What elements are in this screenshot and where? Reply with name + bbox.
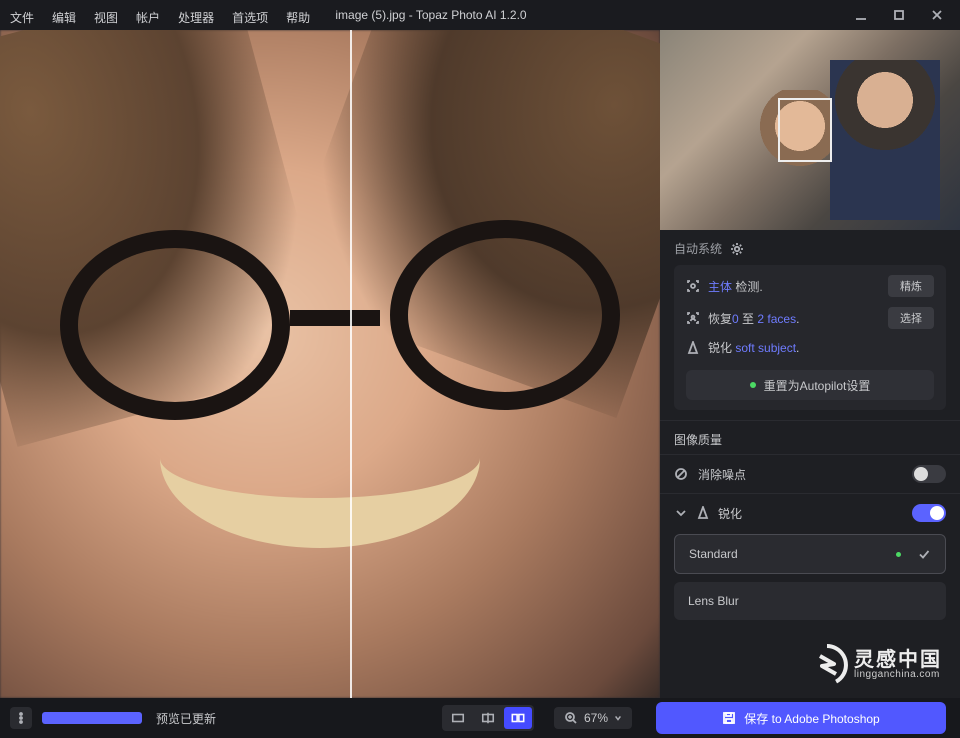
check-icon	[917, 547, 931, 561]
sharpen-toggle[interactable]	[912, 504, 946, 522]
side-by-side-icon	[511, 711, 525, 725]
close-icon	[930, 8, 944, 22]
menu-bar: 文件 编辑 视图 帐户 处理器 首选项 帮助	[0, 3, 320, 31]
save-icon	[722, 711, 736, 725]
menu-help[interactable]: 帮助	[286, 9, 310, 26]
sharpen-label: 锐化	[718, 505, 742, 522]
menu-file[interactable]: 文件	[10, 9, 34, 26]
subject-detect-icon	[686, 279, 700, 293]
autopilot-subject-row: 主体 检测. 精炼	[686, 275, 934, 297]
menu-preferences[interactable]: 首选项	[232, 9, 268, 26]
split-divider[interactable]	[350, 30, 352, 698]
refine-button[interactable]: 精炼	[888, 275, 934, 297]
face-detection-box[interactable]	[778, 98, 832, 162]
window-close-button[interactable]	[930, 8, 944, 22]
sidebar: 自动系统 主体 检测. 精炼 恢复0 至 2 faces. 选择 锐化 soft…	[660, 30, 960, 698]
denoise-label: 消除噪点	[698, 466, 746, 483]
navigator-thumbnail[interactable]	[660, 30, 960, 230]
autopilot-section: 自动系统 主体 检测. 精炼 恢复0 至 2 faces. 选择 锐化 soft…	[660, 230, 960, 421]
sharpen-option-lens-blur[interactable]: Lens Blur	[674, 582, 946, 620]
menu-edit[interactable]: 编辑	[52, 9, 76, 26]
status-dot-icon	[896, 552, 901, 557]
save-button[interactable]: 保存 to Adobe Photoshop	[656, 702, 946, 734]
menu-processor[interactable]: 处理器	[178, 9, 214, 26]
autopilot-recover-row: 恢复0 至 2 faces. 选择	[686, 307, 934, 329]
progress-bar	[42, 712, 142, 724]
sharpen-header[interactable]: 锐化	[674, 504, 946, 522]
reset-autopilot-button[interactable]: 重置为Autopilot设置	[686, 370, 934, 400]
minimize-icon	[854, 8, 868, 22]
sharpen-option-standard[interactable]: Standard	[674, 534, 946, 574]
menu-view[interactable]: 视图	[94, 9, 118, 26]
autopilot-heading: 自动系统	[674, 240, 722, 257]
select-button[interactable]: 选择	[888, 307, 934, 329]
chevron-down-icon	[674, 506, 688, 520]
image-quality-heading-row: 图像质量	[660, 421, 960, 455]
chevron-down-icon	[614, 714, 622, 722]
zoom-icon	[564, 711, 578, 725]
view-side-by-side-button[interactable]	[504, 707, 532, 729]
denoise-row: 消除噪点	[660, 455, 960, 494]
status-dot-icon	[750, 382, 756, 388]
view-mode-toggle	[442, 705, 534, 731]
gear-icon[interactable]	[730, 242, 744, 256]
menu-account[interactable]: 帐户	[136, 9, 160, 26]
view-single-button[interactable]	[444, 707, 472, 729]
image-quality-heading: 图像质量	[674, 433, 722, 447]
face-recover-icon	[686, 311, 700, 325]
ellipsis-icon	[14, 711, 28, 725]
zoom-value: 67%	[584, 711, 608, 725]
split-view-icon	[481, 711, 495, 725]
more-options-button[interactable]	[10, 707, 32, 729]
single-view-icon	[451, 711, 465, 725]
maximize-icon	[892, 8, 906, 22]
bottom-bar: 预览已更新 67% 保存 to Adobe Photoshop	[0, 698, 960, 738]
zoom-control[interactable]: 67%	[554, 707, 632, 729]
sharpen-icon	[686, 341, 700, 355]
status-text: 预览已更新	[156, 710, 216, 727]
denoise-toggle[interactable]	[912, 465, 946, 483]
autopilot-sharpen-row: 锐化 soft subject.	[686, 339, 934, 356]
image-viewer[interactable]	[0, 30, 660, 698]
window-minimize-button[interactable]	[854, 8, 868, 22]
view-split-button[interactable]	[474, 707, 502, 729]
window-maximize-button[interactable]	[892, 8, 906, 22]
sharpen-icon	[696, 506, 710, 520]
sharpen-panel: 锐化 Standard Lens Blur	[660, 494, 960, 636]
denoise-icon	[674, 467, 688, 481]
